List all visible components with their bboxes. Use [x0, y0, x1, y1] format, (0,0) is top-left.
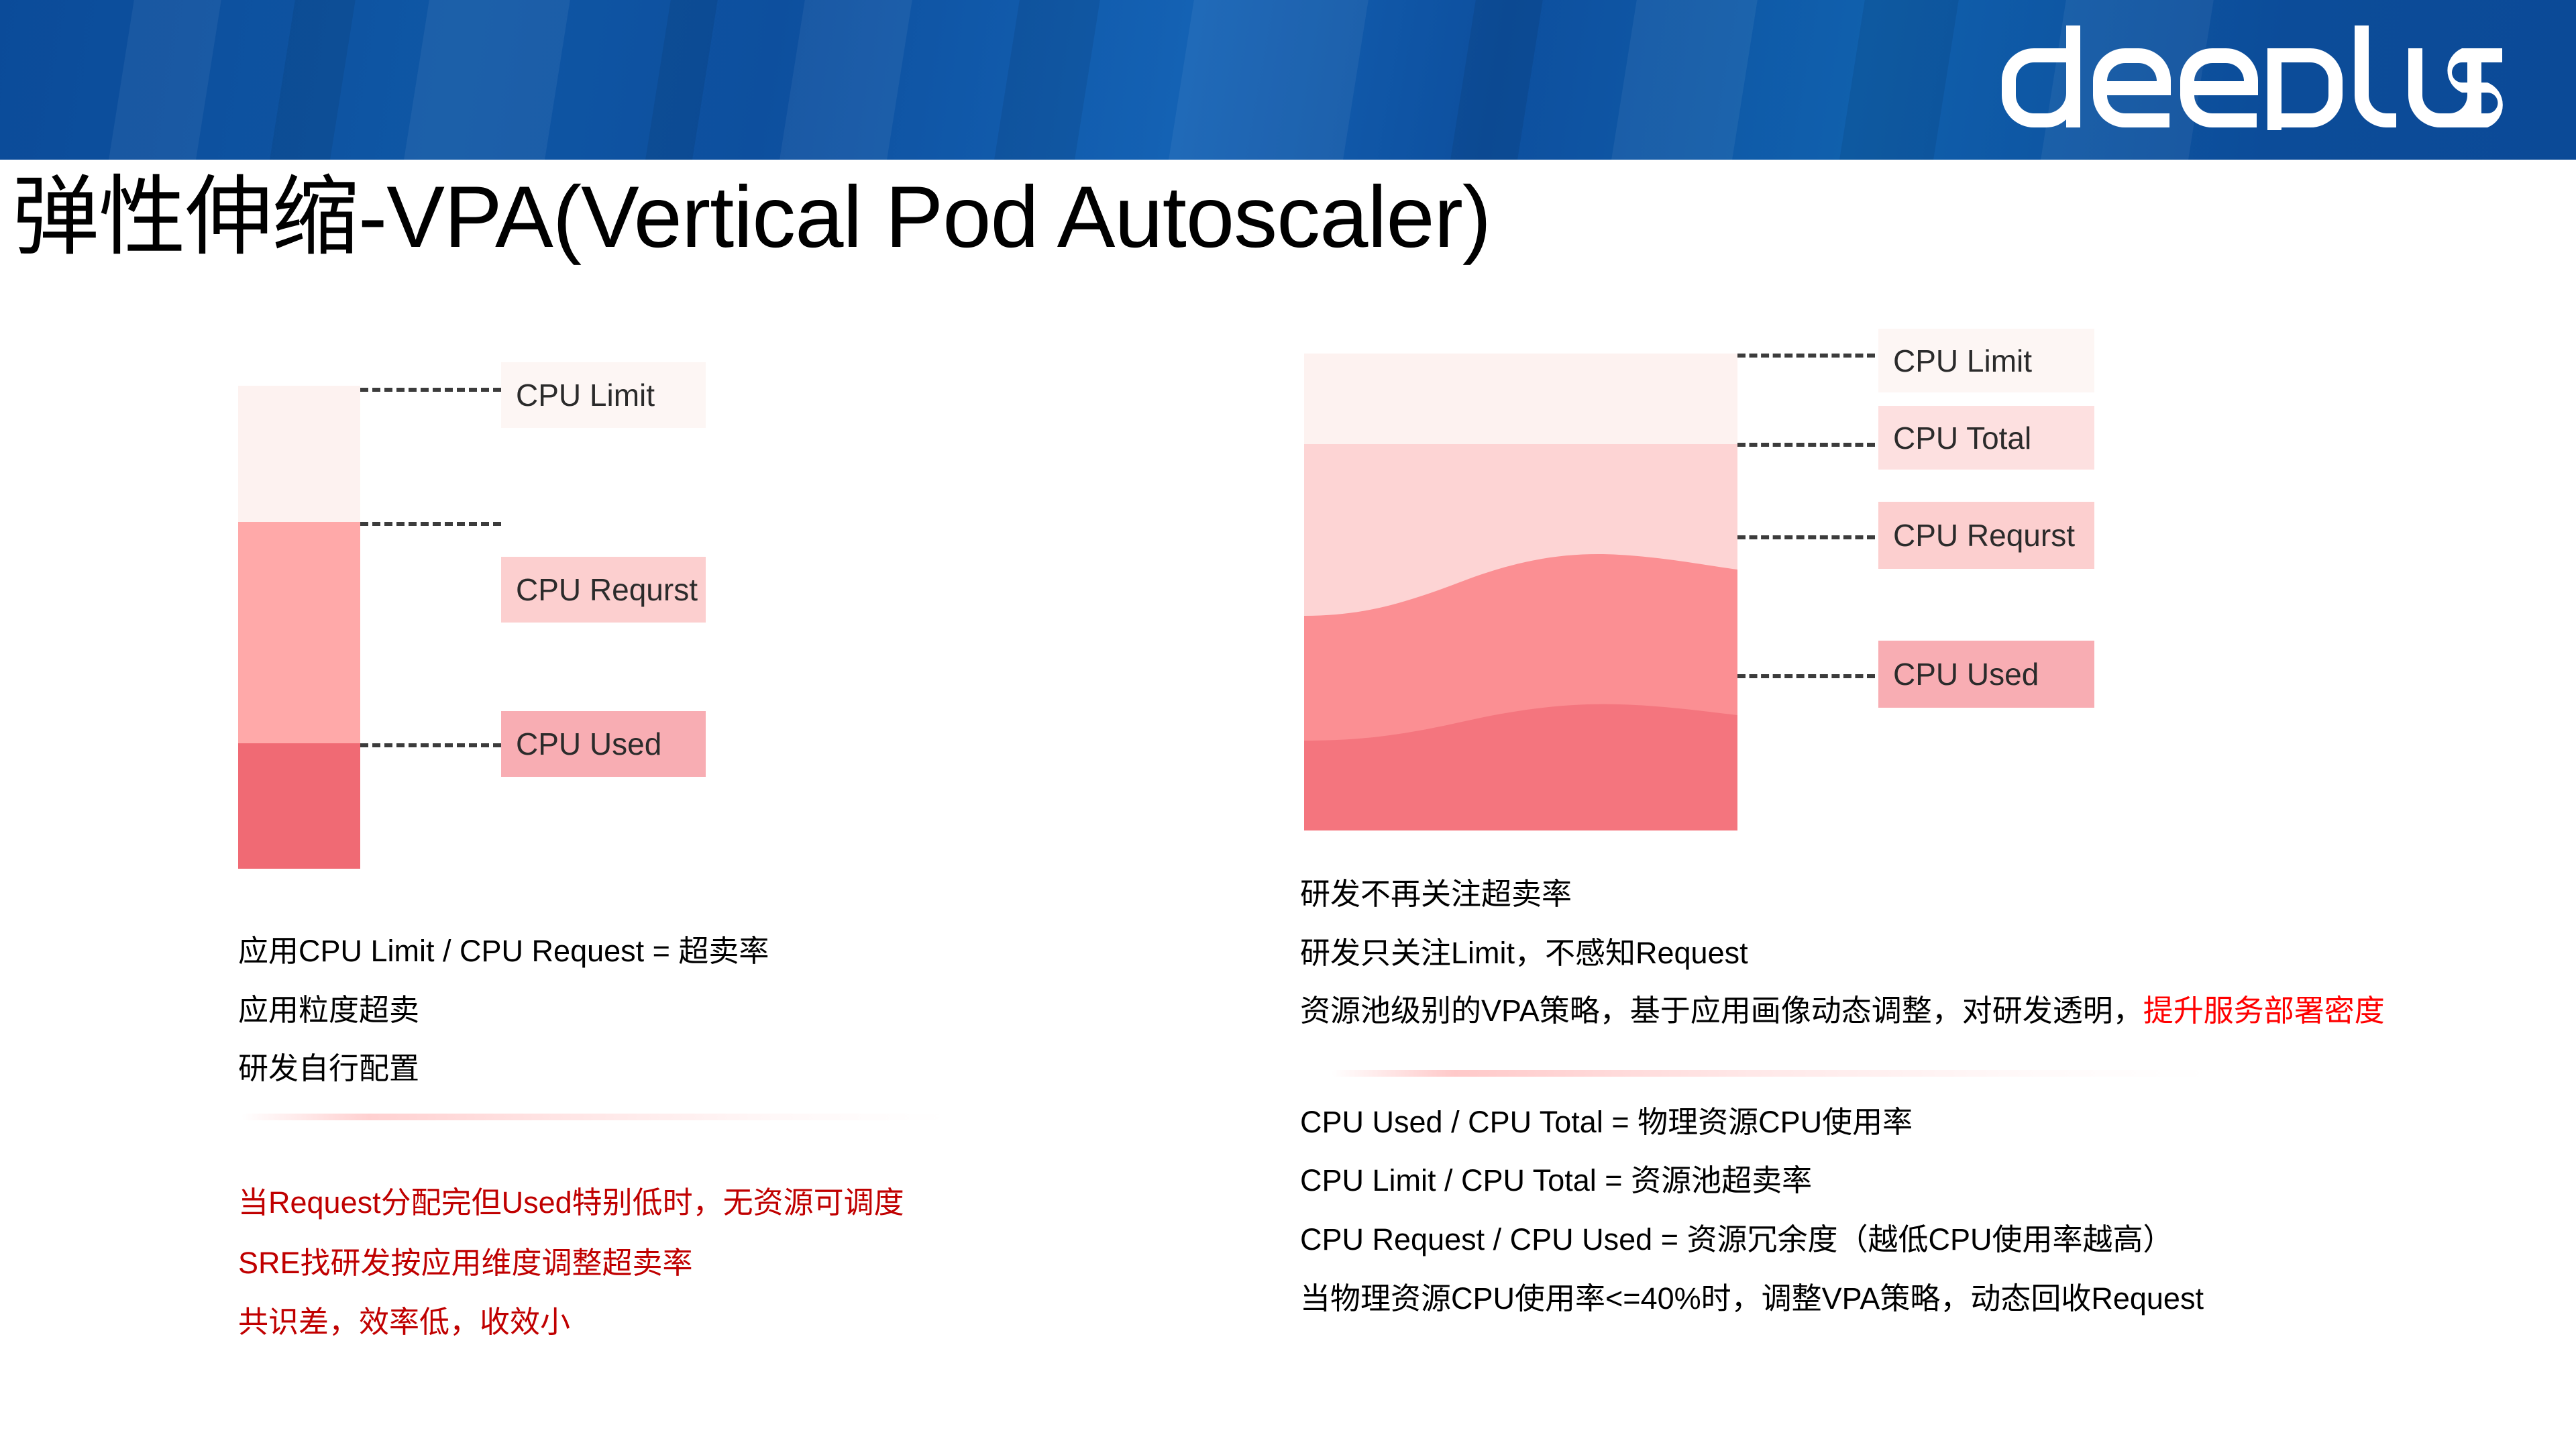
deeplus-logo — [1979, 23, 2516, 130]
leader-line-limit — [360, 388, 501, 392]
right-note-1: 研发不再关注超卖率 — [1300, 877, 1572, 911]
left-red-note-3: 共识差，效率低，收效小 — [238, 1305, 571, 1339]
label-cpu-limit-text: CPU Limit — [516, 378, 655, 413]
right-note-3: 资源池级别的VPA策略，基于应用画像动态调整，对研发透明，提升服务部署密度 — [1300, 996, 2385, 1026]
right-formula-4: 当物理资源CPU使用率<=40%时，调整VPA策略，动态回收Request — [1300, 1281, 2204, 1316]
right-note-3-black: 资源池级别的VPA策略，基于应用画像动态调整，对研发透明， — [1300, 994, 2143, 1028]
right-formula-3: CPU Request / CPU Used = 资源冗余度（越低CPU使用率越… — [1300, 1222, 2174, 1256]
header-shard — [264, 0, 360, 160]
right-divider — [1332, 1070, 2210, 1077]
left-divider — [241, 1114, 946, 1120]
header-shard — [1833, 0, 1964, 160]
leader-line-right-total — [1737, 443, 1875, 447]
label-cpu-request: CPU Requrst — [501, 557, 706, 623]
header-shard — [1444, 0, 1548, 160]
label-right-cpu-used-text: CPU Used — [1893, 657, 2039, 692]
label-right-cpu-total-text: CPU Total — [1893, 420, 2032, 455]
label-cpu-used-text: CPU Used — [516, 727, 662, 761]
label-right-cpu-request-text: CPU Requrst — [1893, 518, 2075, 553]
page-title: 弹性伸缩-VPA(Vertical Pod Autoscaler) — [12, 168, 1491, 266]
left-segment-cpu-used — [238, 743, 360, 869]
left-segment-cpu-limit — [238, 386, 360, 522]
label-cpu-limit: CPU Limit — [501, 362, 706, 428]
leader-line-right-request — [1737, 535, 1875, 539]
label-cpu-request-text: CPU Requrst — [516, 572, 698, 607]
leader-line-right-used — [1737, 674, 1875, 678]
header-shard — [1163, 0, 1373, 160]
right-cpu-stack-chart — [1304, 354, 1737, 830]
label-right-cpu-request: CPU Requrst — [1878, 502, 2094, 569]
left-note-1: 应用CPU Limit / CPU Request = 超卖率 — [238, 934, 769, 968]
leader-line-request — [360, 522, 501, 526]
left-red-note-2: SRE找研发按应用维度调整超卖率 — [238, 1246, 693, 1280]
slide-header — [0, 0, 2576, 160]
right-formula-1: CPU Used / CPU Total = 物理资源CPU使用率 — [1300, 1105, 1913, 1139]
label-right-cpu-used: CPU Used — [1878, 641, 2094, 708]
left-cpu-stack-chart — [238, 386, 360, 869]
right-note-3-red: 提升服务部署密度 — [2143, 994, 2385, 1028]
label-right-cpu-total: CPU Total — [1878, 406, 2094, 470]
right-note-2: 研发只关注Limit，不感知Request — [1300, 936, 1748, 970]
left-red-note-1: 当Request分配完但Used特别低时，无资源可调度 — [238, 1185, 904, 1220]
header-shard — [398, 0, 575, 160]
leader-line-used — [360, 743, 501, 747]
label-right-cpu-limit: CPU Limit — [1878, 329, 2094, 392]
header-shard — [988, 0, 1105, 160]
header-shard — [103, 0, 226, 160]
header-shard — [639, 0, 722, 160]
label-right-cpu-limit-text: CPU Limit — [1893, 343, 2033, 378]
header-shard — [773, 0, 917, 160]
header-shard — [1605, 0, 1762, 160]
leader-line-right-limit — [1737, 354, 1875, 358]
left-note-3: 研发自行配置 — [238, 1051, 420, 1085]
right-formula-2: CPU Limit / CPU Total = 资源池超卖率 — [1300, 1163, 1813, 1197]
left-segment-cpu-request — [238, 522, 360, 743]
left-note-2: 应用粒度超卖 — [238, 993, 420, 1027]
label-cpu-used: CPU Used — [501, 711, 706, 777]
